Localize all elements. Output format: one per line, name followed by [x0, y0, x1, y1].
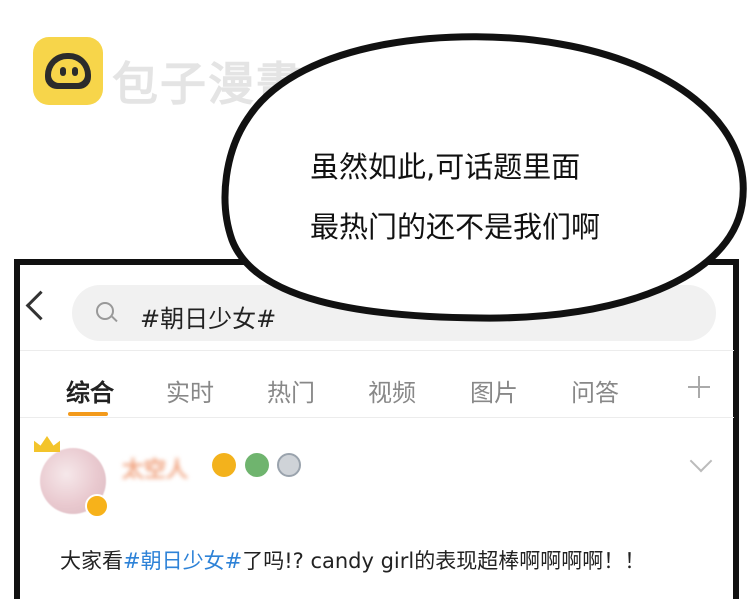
speech-line-1: 虽然如此,可话题里面	[310, 150, 581, 184]
speech-line-2: 最热门的还不是我们啊	[310, 210, 601, 244]
speech-bubble	[221, 33, 747, 322]
